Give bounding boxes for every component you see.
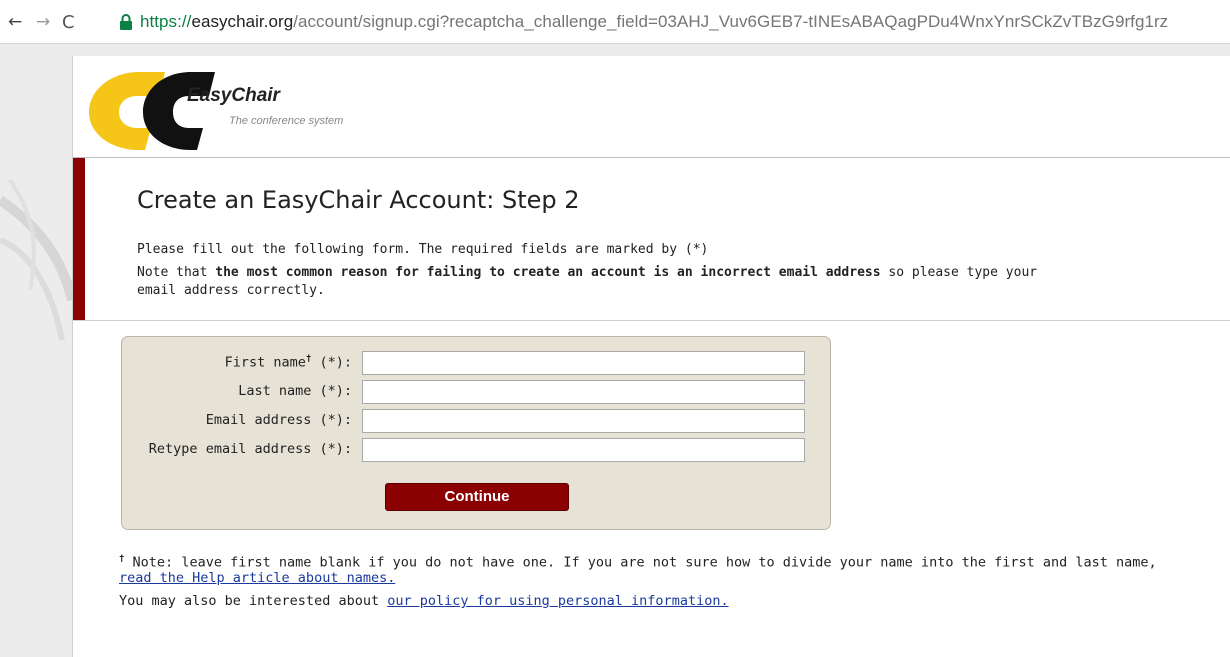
decorative-swirl: [0, 180, 72, 341]
reload-icon[interactable]: C: [62, 14, 75, 32]
last-name-input[interactable]: [362, 380, 805, 404]
instructions-text: Please fill out the following form. The …: [137, 242, 709, 257]
signup-form: First name† (*): Last name (*): Email ad…: [121, 336, 831, 530]
page-title: Create an EasyChair Account: Step 2: [137, 186, 580, 214]
first-name-label: First name† (*):: [225, 354, 352, 371]
email-warning-suffix: so please type your: [880, 265, 1038, 280]
retype-email-input[interactable]: [362, 438, 805, 462]
continue-button[interactable]: Continue: [385, 483, 569, 511]
privacy-policy-link[interactable]: our policy for using personal informatio…: [387, 593, 728, 609]
address-bar[interactable]: https://easychair.org/account/signup.cgi…: [140, 12, 1168, 32]
logo-name: EasyChair: [187, 85, 280, 106]
accent-bar: [73, 158, 85, 320]
email-label: Email address (*):: [205, 412, 352, 428]
last-name-label: Last name (*):: [238, 383, 352, 399]
first-name-input[interactable]: [362, 351, 805, 375]
first-name-required: (*):: [311, 354, 352, 371]
first-name-label-text: First name: [224, 354, 306, 371]
main-content: EasyChair The conference system Create a…: [72, 56, 1230, 657]
help-names-link[interactable]: read the Help article about names.: [119, 570, 395, 586]
forward-arrow-icon[interactable]: →: [36, 14, 50, 31]
lock-icon: [120, 14, 132, 30]
logo-tagline: The conference system: [229, 115, 344, 127]
policy-prefix: You may also be interested about: [119, 593, 388, 609]
email-warning-text: Note that the most common reason for fai…: [137, 264, 1037, 281]
email-warning-prefix: Note that: [137, 265, 216, 280]
url-path: /account/signup.cgi?recaptcha_challenge_…: [293, 12, 1169, 31]
url-scheme: https://: [140, 12, 192, 31]
site-header: EasyChair The conference system: [73, 56, 1230, 158]
url-host: easychair.org: [191, 12, 294, 31]
email-input[interactable]: [362, 409, 805, 433]
email-warning-bold: the most common reason for failing to cr…: [215, 265, 881, 280]
retype-email-label: Retype email address (*):: [148, 441, 352, 457]
back-arrow-icon[interactable]: ←: [8, 14, 22, 31]
intro-section: Create an EasyChair Account: Step 2 Plea…: [73, 158, 1230, 321]
policy-line: You may also be interested about our pol…: [119, 592, 729, 610]
help-link-line: read the Help article about names.: [119, 569, 395, 587]
email-warning-continuation: email address correctly.: [137, 283, 325, 298]
easychair-logo: [89, 72, 215, 150]
browser-toolbar: ← → C https://easychair.org/account/sign…: [0, 0, 1230, 44]
